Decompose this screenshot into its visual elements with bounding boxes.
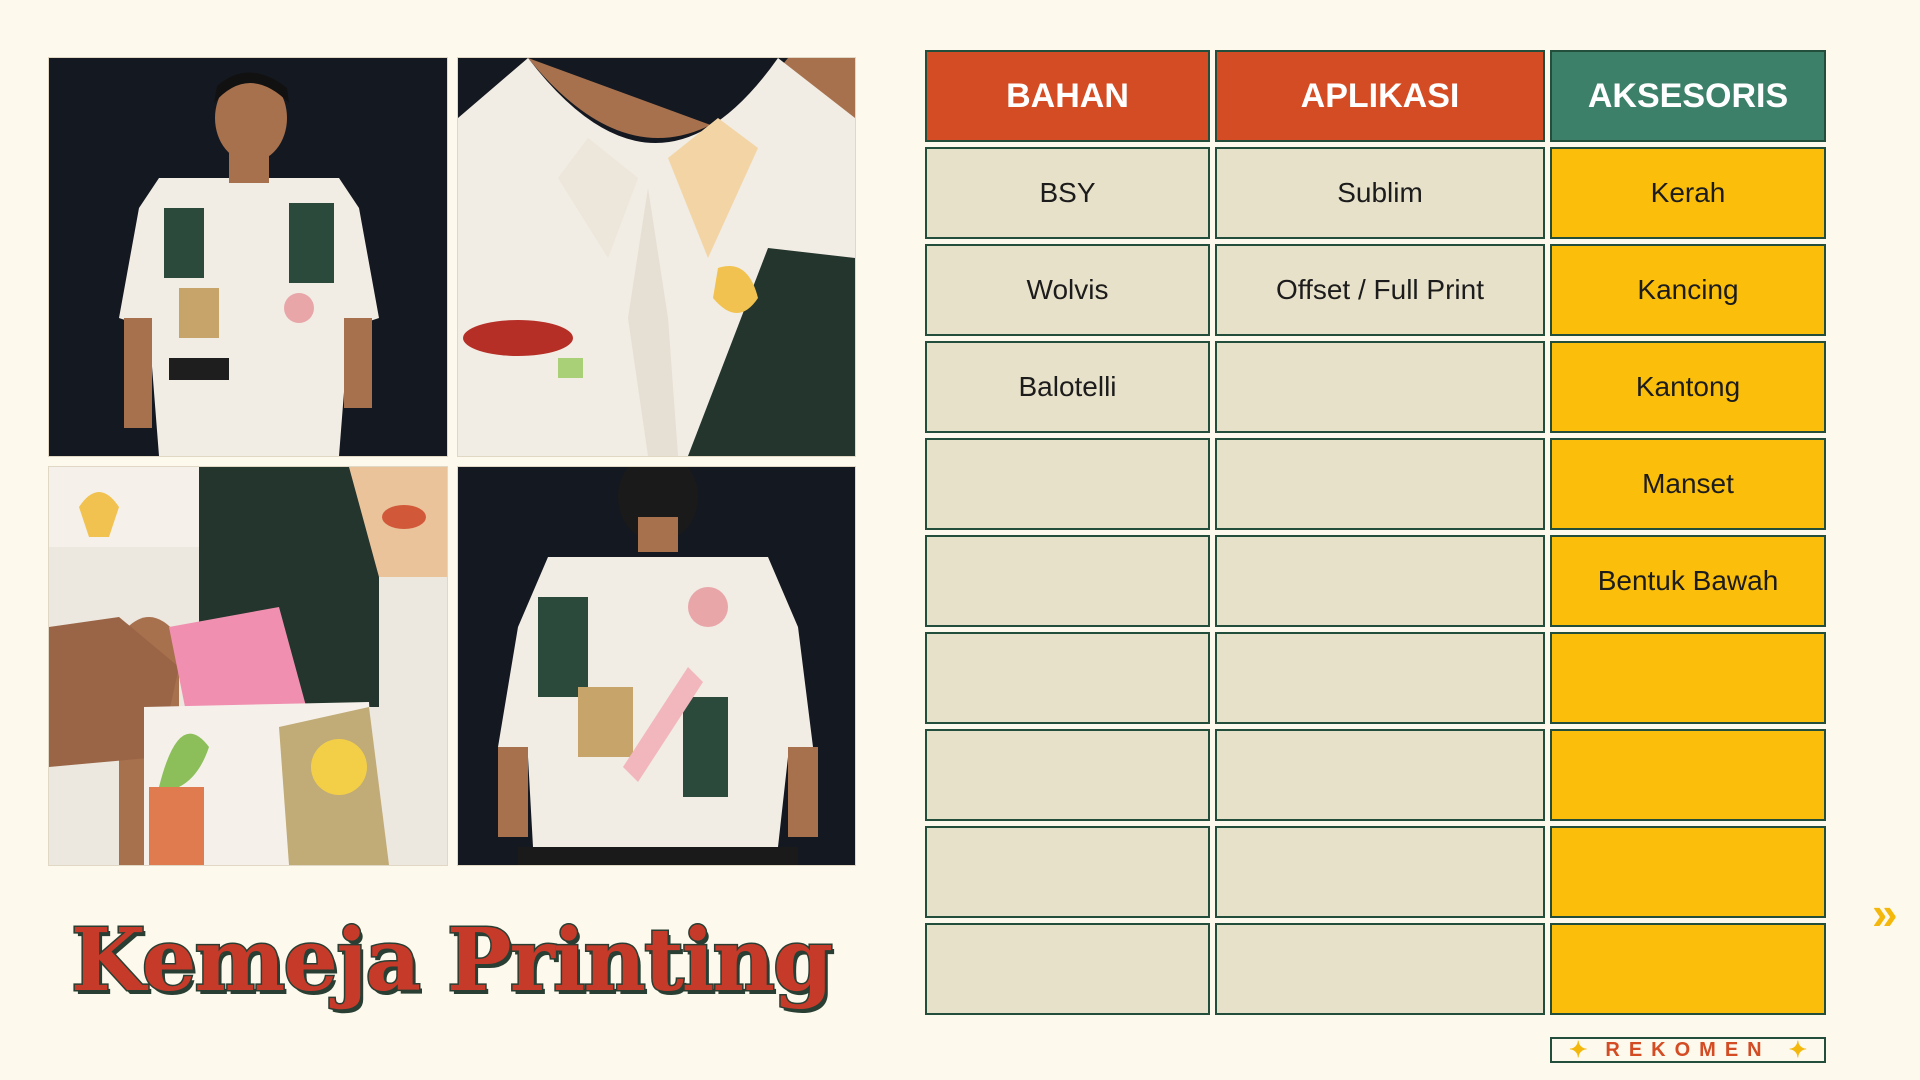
table-cell: Offset / Full Print bbox=[1215, 244, 1545, 336]
rekomen-badge: ✦ REKOMEN ✦ bbox=[1550, 1037, 1826, 1063]
table-cell: BSY bbox=[925, 147, 1210, 239]
table-cell bbox=[1550, 826, 1826, 918]
table-cell bbox=[925, 535, 1210, 627]
collar-closeup-photo bbox=[457, 57, 856, 457]
header-aksesoris: AKSESORIS bbox=[1550, 50, 1826, 142]
table-cell bbox=[1215, 341, 1545, 433]
model-front-photo bbox=[48, 57, 448, 457]
header-bahan: BAHAN bbox=[925, 50, 1210, 142]
table-cell: Sublim bbox=[1215, 147, 1545, 239]
table-cell: Balotelli bbox=[925, 341, 1210, 433]
comparison-table: BAHAN APLIKASI AKSESORIS BSY Sublim Kera… bbox=[925, 50, 1826, 1015]
table-cell bbox=[1215, 535, 1545, 627]
table-cell: Manset bbox=[1550, 438, 1826, 530]
table-cell bbox=[1215, 923, 1545, 1015]
header-aplikasi: APLIKASI bbox=[1215, 50, 1545, 142]
table-cell: Bentuk Bawah bbox=[1550, 535, 1826, 627]
page-title: Kemeja Printing bbox=[69, 909, 834, 1013]
sparkle-icon: ✦ bbox=[1788, 1037, 1808, 1062]
double-chevron-right-icon[interactable]: » bbox=[1872, 890, 1898, 936]
table-cell bbox=[1215, 438, 1545, 530]
table-cell bbox=[925, 632, 1210, 724]
table-cell: Wolvis bbox=[925, 244, 1210, 336]
model-back-photo bbox=[457, 466, 856, 866]
sparkle-icon: ✦ bbox=[1568, 1037, 1588, 1062]
table-cell: Kerah bbox=[1550, 147, 1826, 239]
table-cell bbox=[1215, 632, 1545, 724]
table-cell: Kantong bbox=[1550, 341, 1826, 433]
table-cell bbox=[925, 729, 1210, 821]
table-cell bbox=[1215, 826, 1545, 918]
table-cell bbox=[1550, 923, 1826, 1015]
table-cell bbox=[1550, 632, 1826, 724]
table-cell bbox=[1550, 729, 1826, 821]
badge-label: REKOMEN bbox=[1605, 1038, 1771, 1061]
table-cell bbox=[1215, 729, 1545, 821]
table-cell: Kancing bbox=[1550, 244, 1826, 336]
table-cell bbox=[925, 438, 1210, 530]
table-cell bbox=[925, 826, 1210, 918]
pocket-closeup-photo bbox=[48, 466, 448, 866]
table-cell bbox=[925, 923, 1210, 1015]
